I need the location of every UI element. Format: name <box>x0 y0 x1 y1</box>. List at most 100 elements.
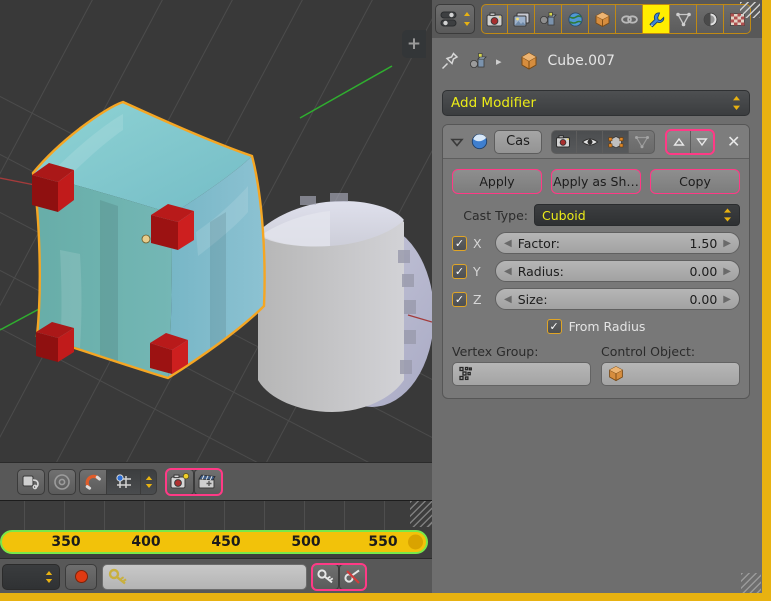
modifier-name-field[interactable]: Cas <box>494 129 542 154</box>
pin-icon[interactable] <box>440 51 460 71</box>
increment-arrow-icon[interactable]: ▶ <box>723 266 731 277</box>
move-modifier-up-button[interactable] <box>666 129 690 154</box>
keying-set-menu[interactable] <box>2 563 60 590</box>
properties-bottom-grip[interactable] <box>741 573 761 593</box>
tab-render-layers[interactable] <box>508 4 535 34</box>
tab-material[interactable] <box>697 4 724 34</box>
keying-bar <box>0 558 432 594</box>
properties-resize-grip[interactable] <box>740 2 760 18</box>
render-result-toggle[interactable] <box>17 468 45 495</box>
delete-keyframe-button[interactable] <box>339 563 366 590</box>
cast-type-label: Cast Type: <box>463 207 528 223</box>
control-object-label: Control Object: <box>601 344 696 359</box>
plus-icon: + <box>406 33 422 54</box>
scene-icon[interactable] <box>468 51 488 71</box>
tab-world[interactable] <box>562 4 589 34</box>
edit-mode-display-toggle[interactable] <box>603 129 629 154</box>
cube-orange-icon <box>521 52 537 70</box>
axis-x-checkbox[interactable]: ✓ <box>452 235 467 251</box>
size-row: ✓ Z ◀ Size: 0.00 ▶ <box>443 288 749 310</box>
keying-set-field[interactable] <box>102 563 307 590</box>
factor-field[interactable]: ◀ Factor: 1.50 ▶ <box>495 232 740 254</box>
viewport-visibility-toggle[interactable] <box>577 129 603 154</box>
insert-keyframe-button[interactable] <box>312 563 339 590</box>
from-radius-label: From Radius <box>568 319 646 334</box>
image-node-icon <box>22 475 39 489</box>
modifier-name-value: Cas <box>506 134 530 149</box>
breadcrumb-separator: ▸ <box>496 54 502 68</box>
tab-object[interactable] <box>589 4 616 34</box>
axis-y-checkbox[interactable]: ✓ <box>452 263 467 279</box>
snap-element-chevron[interactable] <box>141 468 157 495</box>
copy-button[interactable]: Copy <box>650 169 740 194</box>
radius-label: Radius: <box>517 263 564 279</box>
apply-as-shapekey-button[interactable]: Apply as Sh… <box>551 169 641 194</box>
chevron-updown-icon <box>724 208 731 222</box>
snap-magnet-toggle[interactable] <box>79 468 107 495</box>
opengl-render-group <box>165 467 223 496</box>
decrement-arrow-icon[interactable]: ◀ <box>504 238 512 249</box>
snap-grid-icon <box>115 473 131 488</box>
properties-tab-strip <box>481 4 751 34</box>
opengl-render-animation[interactable] <box>194 468 222 495</box>
factor-value: 1.50 <box>689 235 718 251</box>
increment-arrow-icon[interactable]: ▶ <box>723 238 731 249</box>
modifier-header: Cas ✕ <box>443 125 749 159</box>
axis-z-checkbox[interactable]: ✓ <box>452 291 467 307</box>
snap-controls <box>79 468 157 495</box>
cage-triangle-icon <box>634 135 649 148</box>
on-cage-toggle[interactable] <box>629 129 655 154</box>
size-field[interactable]: ◀ Size: 0.00 ▶ <box>495 288 740 310</box>
cast-type-row: Cast Type: Cuboid <box>443 204 749 226</box>
tab-modifiers[interactable] <box>643 4 670 34</box>
decrement-arrow-icon[interactable]: ◀ <box>504 266 512 277</box>
triangle-down-icon <box>696 137 708 146</box>
tab-object-data[interactable] <box>670 4 697 34</box>
render-visibility-toggle[interactable] <box>551 129 577 154</box>
breadcrumb: ▸ Cube.007 <box>432 38 762 84</box>
increment-arrow-icon[interactable]: ▶ <box>723 294 731 305</box>
timeline-editor[interactable]: 350 400 450 500 550 <box>0 500 432 558</box>
from-radius-checkbox[interactable]: ✓ <box>546 319 562 334</box>
eye-icon <box>581 138 598 145</box>
snap-element-select[interactable] <box>107 468 141 495</box>
vertex-group-col: Vertex Group: <box>452 344 591 386</box>
blender-window: + 350 400 450 500 550 ▸ Cube.007 Add Mod… <box>0 0 771 601</box>
opengl-render-image[interactable] <box>166 468 194 495</box>
axis-x-label: X <box>473 235 482 251</box>
delete-modifier-button[interactable]: ✕ <box>727 132 740 151</box>
decrement-arrow-icon[interactable]: ◀ <box>504 294 512 305</box>
viewport-toolbar-tab[interactable]: + <box>402 30 426 58</box>
chevron-down-icon[interactable] <box>449 134 465 150</box>
tab-constraints[interactable] <box>616 4 643 34</box>
triangle-mesh-icon <box>675 12 691 26</box>
radius-value: 0.00 <box>689 263 718 279</box>
timeline-tick-label: 450 <box>211 534 241 550</box>
tab-render[interactable] <box>481 4 508 34</box>
add-modifier-label: Add Modifier <box>451 95 537 111</box>
triangle-up-icon <box>672 137 685 146</box>
group-object-row: Vertex Group: Control Object: <box>443 344 749 386</box>
auto-keyframe-record[interactable] <box>65 563 97 590</box>
timeline-scrollbar[interactable]: 350 400 450 500 550 <box>0 530 428 554</box>
add-modifier-dropdown[interactable]: Add Modifier <box>442 90 750 116</box>
axis-z-label: Z <box>473 291 482 307</box>
render-preview-toggle[interactable] <box>48 468 76 495</box>
tab-scene[interactable] <box>535 4 562 34</box>
chevron-updown-icon <box>733 96 740 110</box>
timeline-resize-grip[interactable] <box>410 501 432 527</box>
apply-button[interactable]: Apply <box>452 169 542 194</box>
vertex-group-label: Vertex Group: <box>452 344 539 359</box>
object-name: Cube.007 <box>547 53 615 69</box>
vertex-group-field[interactable] <box>452 362 591 386</box>
editor-type-selector[interactable] <box>435 4 475 34</box>
3d-viewport[interactable]: + <box>0 0 432 462</box>
control-object-field[interactable] <box>601 362 740 386</box>
radius-field[interactable]: ◀ Radius: 0.00 ▶ <box>495 260 740 282</box>
move-modifier-down-button[interactable] <box>690 129 714 154</box>
scrollbar-handle[interactable] <box>408 534 423 550</box>
chevron-updown-icon <box>45 570 53 583</box>
chevron-updown-icon <box>464 12 470 26</box>
cast-type-dropdown[interactable]: Cuboid <box>534 204 740 226</box>
chevron-updown-icon <box>145 475 152 488</box>
